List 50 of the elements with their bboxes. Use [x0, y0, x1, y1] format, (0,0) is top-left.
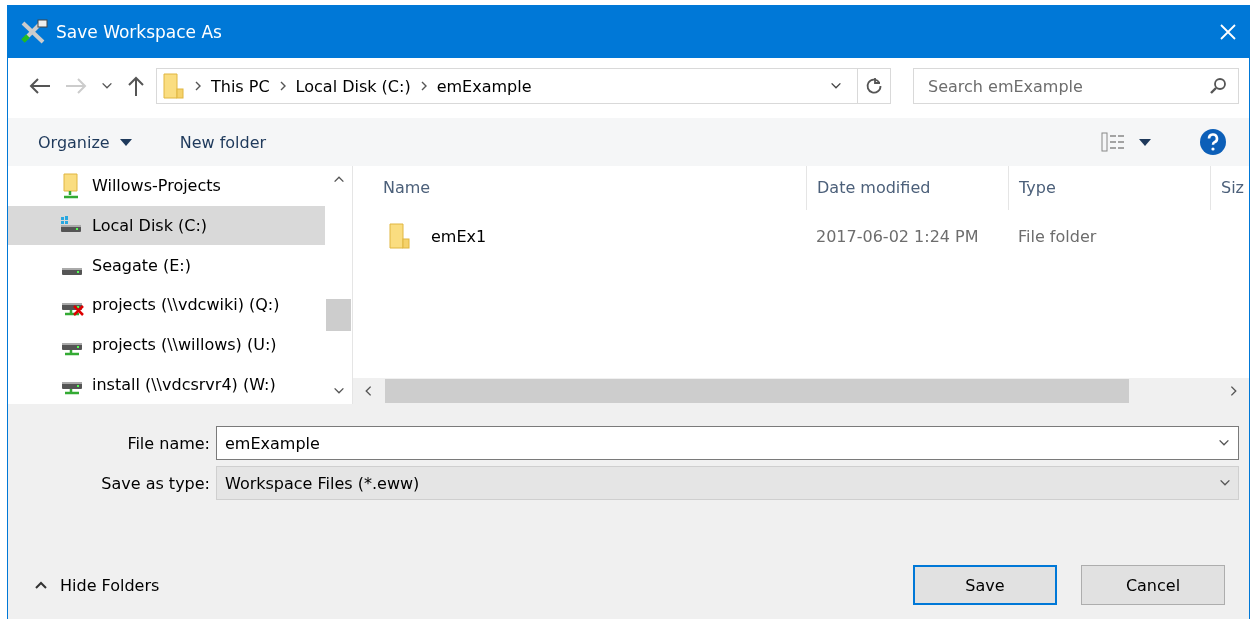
column-header[interactable]: Name [353, 166, 806, 210]
search-icon [1209, 77, 1227, 95]
tools-icon [20, 19, 48, 45]
search-field[interactable]: Search emExample [913, 68, 1239, 104]
sidebar-item[interactable]: install (\\vdcsrvr4) (W:) [8, 364, 325, 405]
sidebar-item[interactable]: Local Disk (C:) [8, 205, 325, 246]
refresh-button[interactable] [857, 68, 891, 104]
chevron-icon [279, 81, 286, 91]
chevron-icon [195, 81, 201, 91]
help-icon[interactable] [1199, 128, 1227, 156]
file-type-dropdown[interactable]: Workspace Files (*.eww) [216, 466, 1239, 500]
field-label: Save as type: [100, 473, 211, 493]
breadcrumb[interactable]: This PC [211, 76, 270, 96]
network-drive-icon [61, 381, 83, 396]
folder-icon [389, 223, 411, 249]
sidebar-item[interactable]: projects (\\vdcwiki) (Q:) [8, 285, 325, 325]
address-bar[interactable]: This PC Local Disk (C:) emExample [156, 68, 858, 104]
folder-icon [163, 73, 185, 99]
horizontal-scrollbar[interactable] [353, 378, 1249, 404]
new-folder-button[interactable]: New folder [179, 132, 267, 152]
hide-folders-button[interactable]: Hide Folders [28, 574, 166, 596]
sidebar-item[interactable]: Seagate (E:) [8, 245, 325, 285]
caret-icon [34, 580, 48, 590]
view-options-button[interactable] [1101, 132, 1151, 152]
chevron-icon [420, 81, 427, 91]
table-cell-text: 2017-06-02 1:24 PM [815, 226, 980, 246]
organize-button[interactable]: Organize [38, 132, 132, 152]
scrollbar-thumb[interactable] [326, 299, 351, 331]
table-cell[interactable]: emEx1 [421, 226, 487, 246]
refresh-icon [865, 77, 883, 95]
file-name-field[interactable]: emExample [216, 426, 1239, 460]
save-button[interactable]: Save [913, 565, 1057, 605]
column-header[interactable]: Type [1008, 166, 1210, 210]
drive-icon [61, 267, 83, 277]
sidebar-item[interactable]: Willows-Projects [8, 166, 325, 206]
sidebar-item[interactable]: projects (\\willows) (U:) [8, 324, 325, 365]
table-cell-text: File folder [1017, 226, 1098, 246]
column-header[interactable]: Siz [1210, 166, 1249, 210]
caret-icon [1139, 138, 1151, 146]
window-title: Save Workspace As [56, 22, 223, 42]
breadcrumb[interactable]: Local Disk (C:) [295, 76, 411, 96]
caret-icon [119, 138, 132, 146]
cancel-button[interactable]: Cancel [1081, 565, 1225, 605]
scrollbar-thumb[interactable] [385, 379, 1129, 403]
column-header[interactable]: Date modified [806, 166, 1008, 210]
breadcrumb[interactable]: emExample [436, 76, 532, 96]
field-label: File name: [126, 433, 211, 453]
network-drive-icon [61, 341, 83, 356]
disconnected-drive-icon [60, 301, 84, 316]
close-icon[interactable] [1219, 23, 1237, 41]
